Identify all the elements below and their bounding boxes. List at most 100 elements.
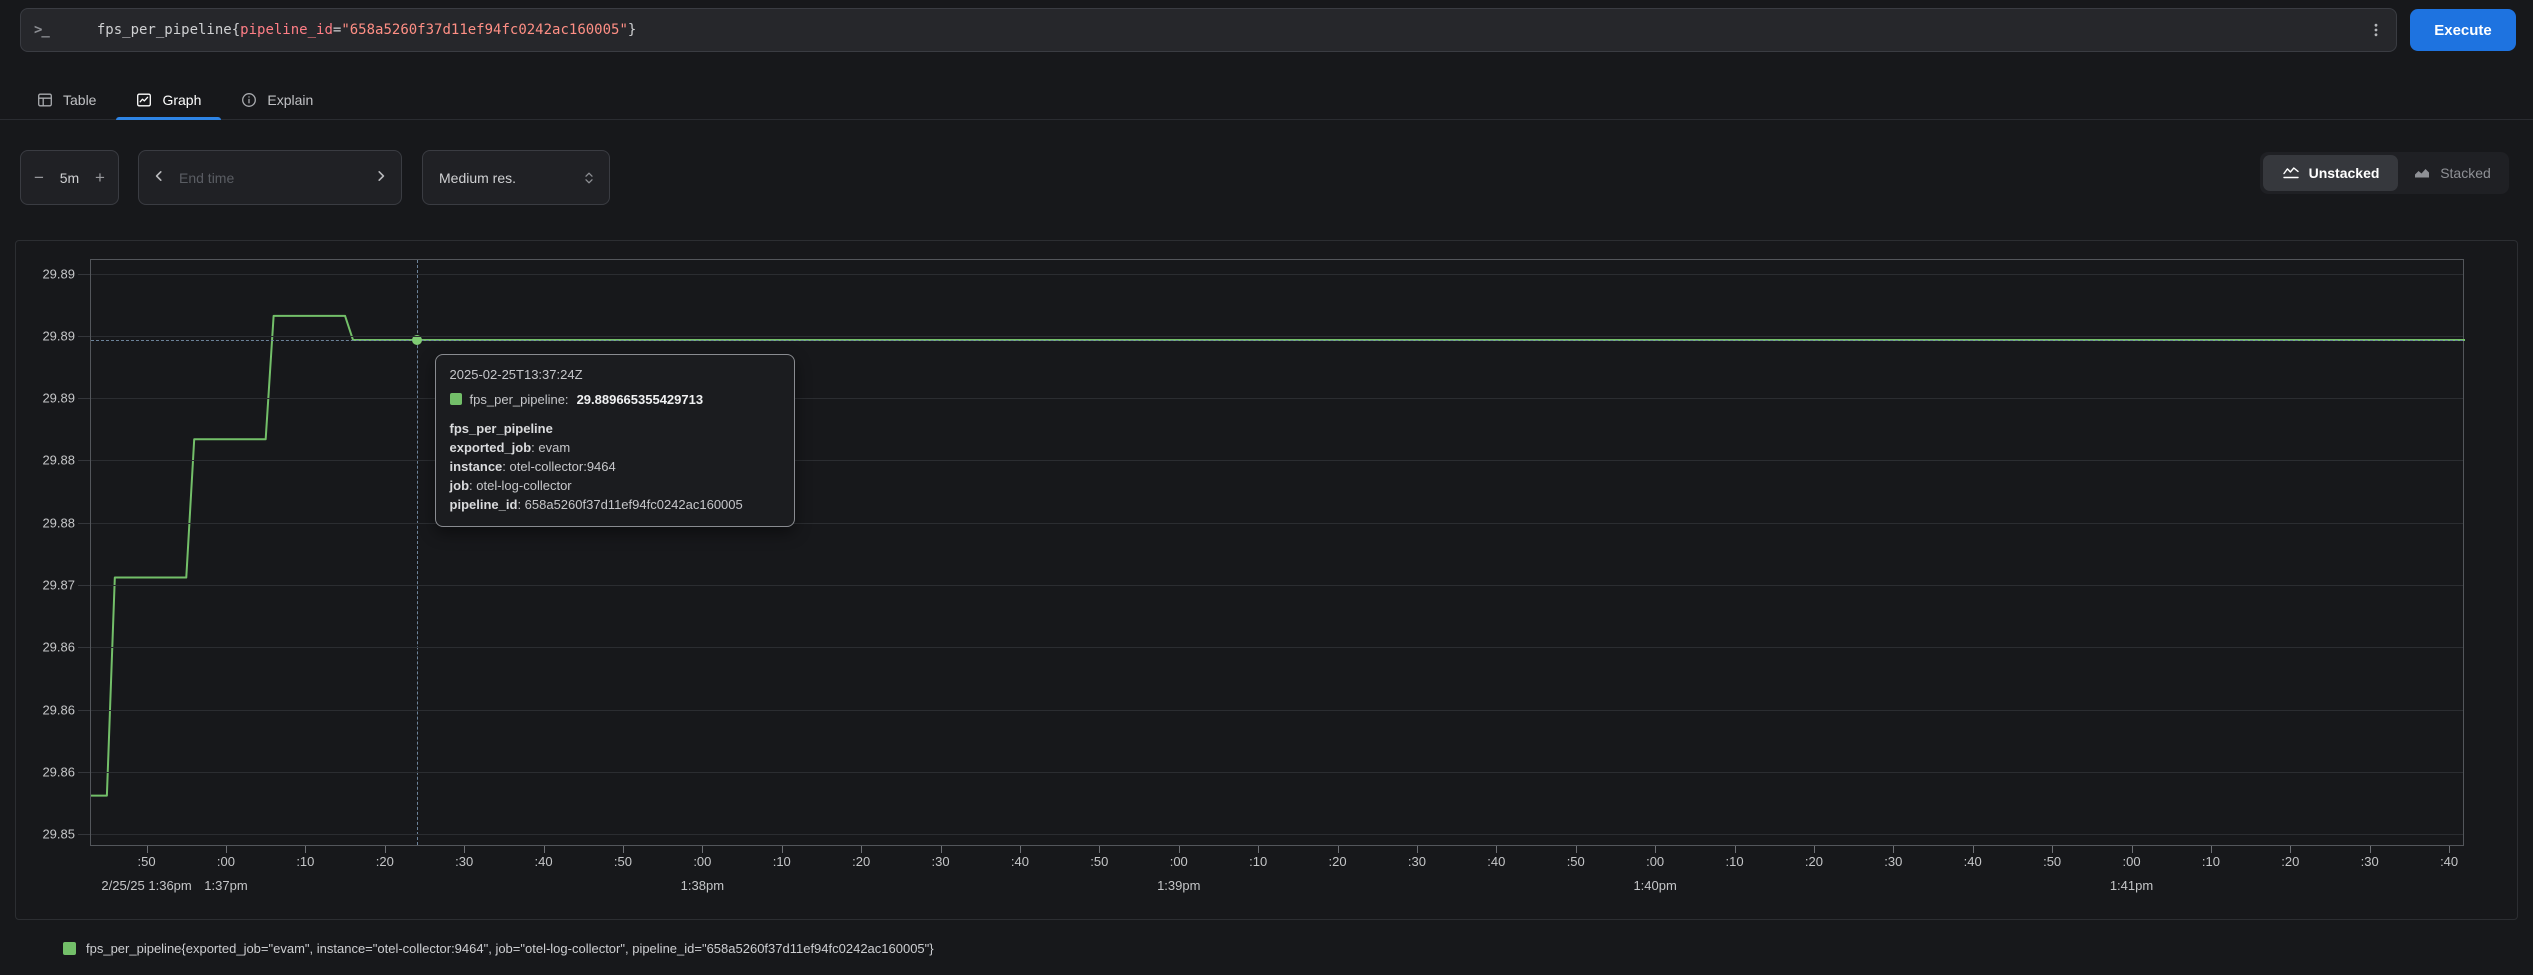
x-axis-tick bbox=[2290, 846, 2291, 853]
x-axis-label: :40 bbox=[1011, 854, 1029, 869]
duration-value[interactable]: 5m bbox=[60, 170, 79, 186]
gridline bbox=[91, 647, 2463, 648]
legend-series-label: fps_per_pipeline{exported_job="evam", in… bbox=[86, 941, 934, 956]
end-time-back-button[interactable] bbox=[152, 169, 166, 186]
tooltip-label-row: job: otel-log-collector bbox=[450, 476, 780, 495]
stacked-area-icon bbox=[2413, 164, 2431, 182]
x-axis-label: :10 bbox=[2202, 854, 2220, 869]
y-axis-tick bbox=[78, 274, 90, 275]
tab-graph[interactable]: Graph bbox=[116, 80, 221, 119]
x-axis-tick bbox=[385, 846, 386, 853]
tab-table-label: Table bbox=[63, 92, 96, 108]
stacked-button[interactable]: Stacked bbox=[2398, 155, 2506, 191]
x-axis-minute-label: 1:40pm bbox=[1633, 878, 1676, 893]
tab-explain[interactable]: Explain bbox=[221, 80, 333, 119]
x-axis-label: :10 bbox=[773, 854, 791, 869]
range-duration-control[interactable]: − 5m + bbox=[20, 150, 119, 205]
y-axis-tick bbox=[78, 336, 90, 337]
legend-series-swatch bbox=[63, 942, 76, 955]
x-axis-label: :00 bbox=[1170, 854, 1188, 869]
x-axis-tick bbox=[2449, 846, 2450, 853]
x-axis-tick bbox=[2211, 846, 2212, 853]
increase-duration-button[interactable]: + bbox=[95, 169, 105, 186]
end-time-input[interactable]: End time bbox=[179, 170, 234, 186]
y-axis-label: 29.85 bbox=[42, 827, 75, 842]
x-axis-tick bbox=[1099, 846, 1100, 853]
tab-table[interactable]: Table bbox=[17, 80, 116, 119]
x-axis-label: :50 bbox=[138, 854, 156, 869]
x-axis-tick bbox=[702, 846, 703, 853]
crosshair-vertical bbox=[417, 260, 418, 845]
query-metric: fps_per_pipeline bbox=[97, 22, 232, 38]
x-axis-tick bbox=[1655, 846, 1656, 853]
x-axis-label: :40 bbox=[535, 854, 553, 869]
x-axis-minute-label: 1:38pm bbox=[681, 878, 724, 893]
x-axis-label: :20 bbox=[376, 854, 394, 869]
x-axis-minute-label: 2/25/25 1:36pm bbox=[101, 878, 191, 893]
legend-row[interactable]: fps_per_pipeline{exported_job="evam", in… bbox=[63, 941, 934, 956]
series-line bbox=[91, 260, 2465, 847]
chevron-left-icon bbox=[152, 169, 166, 186]
x-axis-label: :40 bbox=[1964, 854, 1982, 869]
execute-button[interactable]: Execute bbox=[2410, 9, 2516, 51]
x-axis-label: :20 bbox=[2281, 854, 2299, 869]
tooltip-timestamp: 2025-02-25T13:37:24Z bbox=[450, 367, 780, 382]
y-axis-tick bbox=[78, 710, 90, 711]
y-axis-label: 29.89 bbox=[42, 328, 75, 343]
resolution-select[interactable]: Medium res. bbox=[422, 150, 610, 205]
x-axis-minute-label: 1:39pm bbox=[1157, 878, 1200, 893]
query-input[interactable]: >_ fps_per_pipeline{pipeline_id="658a526… bbox=[20, 8, 2397, 52]
tooltip-label-row: instance: otel-collector:9464 bbox=[450, 457, 780, 476]
x-axis-tick bbox=[1258, 846, 1259, 853]
x-axis-label: :00 bbox=[693, 854, 711, 869]
y-axis-label: 29.87 bbox=[42, 578, 75, 593]
unstacked-button[interactable]: Unstacked bbox=[2263, 155, 2398, 191]
y-axis-label: 29.89 bbox=[42, 391, 75, 406]
gridline bbox=[91, 834, 2463, 835]
x-axis-tick bbox=[1735, 846, 1736, 853]
chart-tooltip: 2025-02-25T13:37:24Z fps_per_pipeline: 2… bbox=[435, 354, 795, 527]
x-axis-tick bbox=[544, 846, 545, 853]
decrease-duration-button[interactable]: − bbox=[34, 169, 44, 186]
query-open-brace: { bbox=[232, 22, 240, 38]
end-time-forward-button[interactable] bbox=[374, 169, 388, 186]
tooltip-series-name: fps_per_pipeline: bbox=[470, 392, 569, 407]
x-axis-minute-label: 1:37pm bbox=[204, 878, 247, 893]
x-axis-label: :40 bbox=[2440, 854, 2458, 869]
x-axis-minute-label: 1:41pm bbox=[2110, 878, 2153, 893]
tooltip-label-row: fps_per_pipeline bbox=[450, 419, 780, 438]
x-axis-label: :10 bbox=[296, 854, 314, 869]
x-axis-tick bbox=[2370, 846, 2371, 853]
x-axis-tick bbox=[1179, 846, 1180, 853]
y-axis-label: 29.86 bbox=[42, 640, 75, 655]
table-icon bbox=[37, 92, 53, 108]
x-axis-tick bbox=[782, 846, 783, 853]
end-time-control[interactable]: End time bbox=[138, 150, 402, 205]
plot-area[interactable]: 2025-02-25T13:37:24Z fps_per_pipeline: 2… bbox=[90, 259, 2464, 846]
y-axis-tick bbox=[78, 398, 90, 399]
x-axis-tick bbox=[623, 846, 624, 853]
x-axis-label: :50 bbox=[1090, 854, 1108, 869]
crosshair-horizontal bbox=[91, 340, 2463, 341]
unstacked-label: Unstacked bbox=[2309, 165, 2380, 181]
stacked-label: Stacked bbox=[2440, 165, 2491, 181]
x-axis-tick bbox=[1496, 846, 1497, 853]
stacking-toggle: Unstacked Stacked bbox=[2260, 152, 2509, 194]
query-options-kebab-icon[interactable] bbox=[2368, 9, 2384, 51]
x-axis-label: :50 bbox=[614, 854, 632, 869]
gridline bbox=[91, 336, 2463, 337]
y-axis-label: 29.88 bbox=[42, 515, 75, 530]
x-axis-tick bbox=[147, 846, 148, 853]
x-axis-label: :30 bbox=[455, 854, 473, 869]
x-axis-tick bbox=[1576, 846, 1577, 853]
tooltip-value: 29.889665355429713 bbox=[577, 392, 704, 407]
gridline bbox=[91, 772, 2463, 773]
chevron-right-icon bbox=[374, 169, 388, 186]
y-axis-tick bbox=[78, 647, 90, 648]
y-axis-label: 29.88 bbox=[42, 453, 75, 468]
x-axis-tick bbox=[1973, 846, 1974, 853]
query-label-name: pipeline_id bbox=[240, 22, 333, 38]
x-axis-tick bbox=[464, 846, 465, 853]
x-axis-tick bbox=[305, 846, 306, 853]
x-axis-label: :50 bbox=[2043, 854, 2061, 869]
